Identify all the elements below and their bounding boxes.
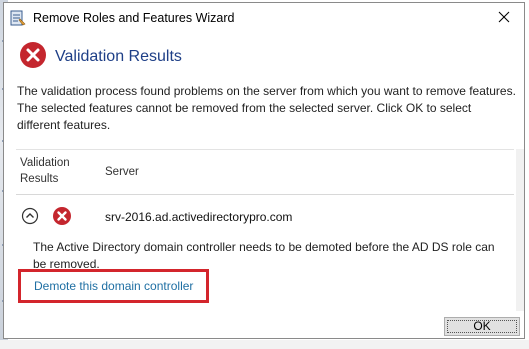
page-title: Validation Results [55,48,182,65]
wizard-icon [10,10,26,26]
server-name: srv-2016.ad.activedirectorypro.com [105,210,293,224]
grid-divider [16,149,514,150]
error-icon [20,42,46,68]
column-header-server[interactable]: Server [105,166,139,178]
header-banner: Validation Results [4,33,524,75]
wizard-dialog: Remove Roles and Features Wizard Validat… [3,2,525,339]
validation-detail: The Active Directory domain controller n… [33,240,495,271]
window-title: Remove Roles and Features Wizard [33,11,235,25]
highlight-annotation [18,269,209,303]
chevron-up-icon[interactable] [21,207,39,225]
grid-divider [16,194,514,195]
title-bar: Remove Roles and Features Wizard [4,3,524,33]
ok-button[interactable]: OK [444,317,520,336]
close-icon [498,11,510,23]
error-icon [53,207,71,225]
close-button[interactable] [484,3,524,31]
column-header-validation-results[interactable]: Validation Results [20,155,80,187]
grid-scrollbar[interactable] [516,149,524,311]
background-window-bottom [0,340,529,349]
validation-message: The validation process found problems on… [17,84,516,132]
